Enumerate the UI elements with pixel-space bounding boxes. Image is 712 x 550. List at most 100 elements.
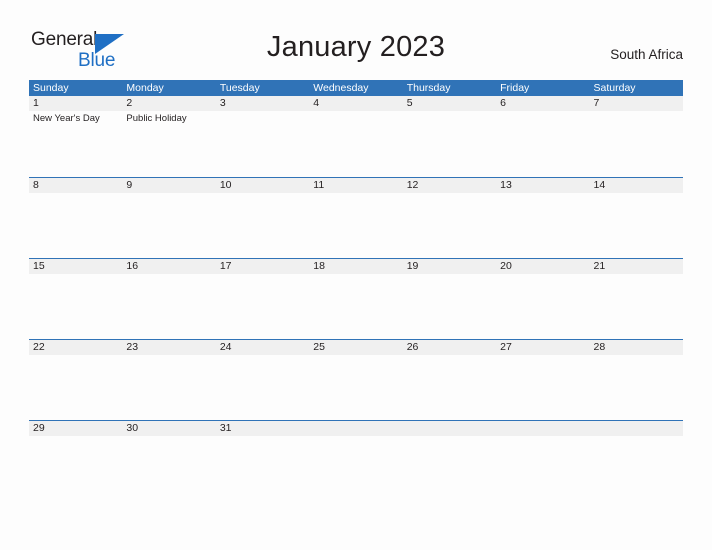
day-events [216, 193, 309, 195]
calendar-day-cell[interactable]: 3 [215, 96, 310, 177]
calendar-day-cell[interactable]: 18 [309, 259, 403, 339]
calendar-day-cell[interactable]: 1 New Year's Day [29, 96, 123, 177]
day-number: 8 [29, 178, 123, 193]
day-events [309, 111, 402, 113]
calendar-day-cell[interactable]: 20 [496, 259, 590, 339]
holiday-label: New Year's Day [33, 113, 100, 124]
day-events [496, 111, 589, 113]
calendar-day-cell[interactable]: 22 [29, 340, 123, 420]
weekday-header-row: Sunday Monday Tuesday Wednesday Thursday… [29, 80, 683, 96]
country-label: South Africa [610, 47, 683, 62]
calendar-day-cell[interactable]: 21 [589, 259, 683, 339]
page-title: January 2023 [266, 31, 446, 63]
day-events [122, 436, 215, 438]
day-events [216, 274, 309, 276]
day-events [403, 111, 496, 113]
calendar-weeks: 1 New Year's Day 2 Public Holiday 3 4 5 6 7 8 9 10 1… [29, 96, 683, 501]
calendar-week-row: 1 New Year's Day 2 Public Holiday 3 4 5 6 7 [29, 96, 683, 177]
calendar-day-cell-empty [402, 421, 497, 501]
calendar-day-cell[interactable]: 23 [122, 340, 216, 420]
calendar-day-cell-empty [496, 421, 590, 501]
day-number: 6 [496, 96, 590, 111]
day-events [403, 436, 496, 438]
calendar-day-cell[interactable]: 26 [402, 340, 497, 420]
calendar-day-cell[interactable]: 24 [215, 340, 310, 420]
calendar-day-cell[interactable]: 31 [215, 421, 310, 501]
day-events [496, 193, 589, 195]
calendar-day-cell[interactable]: 13 [496, 178, 590, 258]
day-events [590, 193, 683, 195]
day-number: 7 [589, 96, 683, 111]
day-events [29, 274, 122, 276]
day-number: 16 [122, 259, 216, 274]
day-events [29, 355, 122, 357]
calendar-day-cell[interactable]: 15 [29, 259, 123, 339]
day-number: 25 [309, 340, 403, 355]
page-header: General Blue January 2023 South Africa [0, 0, 712, 80]
weekday-monday: Monday [126, 82, 164, 94]
calendar-day-cell[interactable]: 9 [122, 178, 216, 258]
day-events [309, 436, 402, 438]
calendar-day-cell[interactable]: 5 [402, 96, 497, 177]
day-events [590, 355, 683, 357]
day-number: 13 [496, 178, 590, 193]
day-number: 21 [589, 259, 683, 274]
weekday-wednesday: Wednesday [313, 82, 369, 94]
day-events [309, 274, 402, 276]
calendar-day-cell-empty [589, 421, 683, 501]
day-number: 5 [402, 96, 497, 111]
day-number [402, 421, 497, 436]
day-number: 12 [402, 178, 497, 193]
day-number: 14 [589, 178, 683, 193]
day-number: 30 [122, 421, 216, 436]
day-number: 24 [215, 340, 310, 355]
day-number: 10 [215, 178, 310, 193]
calendar-day-cell[interactable]: 10 [215, 178, 310, 258]
day-number: 1 [29, 96, 123, 111]
calendar-day-cell[interactable]: 16 [122, 259, 216, 339]
calendar-day-cell[interactable]: 14 [589, 178, 683, 258]
day-events: Public Holiday [122, 111, 215, 125]
calendar-day-cell[interactable]: 27 [496, 340, 590, 420]
calendar-day-cell[interactable]: 25 [309, 340, 403, 420]
day-number: 15 [29, 259, 123, 274]
day-events [496, 274, 589, 276]
calendar-day-cell[interactable]: 12 [402, 178, 497, 258]
calendar-day-cell[interactable]: 19 [402, 259, 497, 339]
calendar-day-cell[interactable]: 30 [122, 421, 216, 501]
day-number: 27 [496, 340, 590, 355]
day-events [216, 111, 309, 113]
day-number: 4 [309, 96, 403, 111]
calendar-day-cell[interactable]: 29 [29, 421, 123, 501]
weekday-tuesday: Tuesday [219, 82, 260, 94]
day-events [403, 274, 496, 276]
weekday-saturday: Saturday [593, 82, 636, 94]
day-events [216, 436, 309, 438]
day-events [403, 193, 496, 195]
calendar-day-cell[interactable]: 4 [309, 96, 403, 177]
calendar-day-cell[interactable]: 8 [29, 178, 123, 258]
day-events [122, 193, 215, 195]
calendar-day-cell[interactable]: 11 [309, 178, 403, 258]
day-number: 28 [589, 340, 683, 355]
day-events [122, 274, 215, 276]
calendar-day-cell[interactable]: 7 [589, 96, 683, 177]
calendar-week-row: 8 9 10 11 12 13 14 [29, 177, 683, 258]
calendar-day-cell[interactable]: 2 Public Holiday [122, 96, 216, 177]
holiday-label: Public Holiday [126, 113, 187, 124]
day-number: 18 [309, 259, 403, 274]
day-number: 2 [122, 96, 216, 111]
day-events [590, 111, 683, 113]
calendar-week-row: 15 16 17 18 19 20 21 [29, 258, 683, 339]
calendar-day-cell[interactable]: 28 [589, 340, 683, 420]
day-number [589, 421, 683, 436]
day-events [403, 355, 496, 357]
calendar-day-cell[interactable]: 6 [496, 96, 590, 177]
day-events [496, 436, 589, 438]
day-events [496, 355, 589, 357]
weekday-friday: Friday [500, 82, 530, 94]
day-number: 11 [309, 178, 403, 193]
day-number: 23 [122, 340, 216, 355]
calendar-day-cell[interactable]: 17 [215, 259, 310, 339]
day-events [309, 193, 402, 195]
